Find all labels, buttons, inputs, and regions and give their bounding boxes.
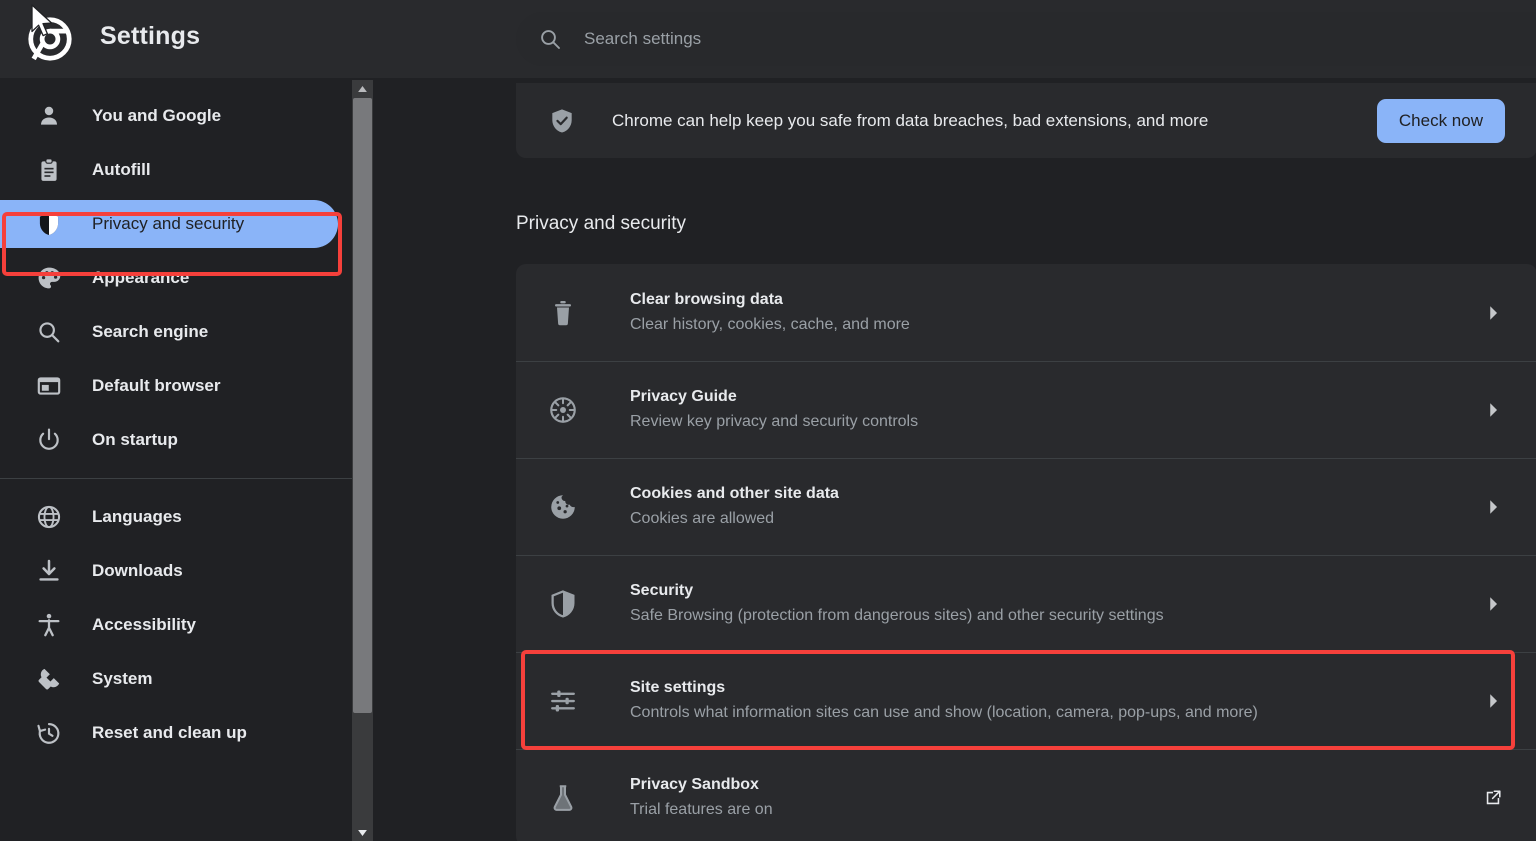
main-content: Chrome can help keep you safe from data … <box>373 78 1536 841</box>
sidebar-item-system[interactable]: System <box>0 655 352 703</box>
row-subtitle: Clear history, cookies, cache, and more <box>630 316 910 333</box>
sidebar-item-label: Default browser <box>92 376 221 395</box>
open-in-new-icon <box>1482 787 1504 809</box>
chevron-right-icon <box>1482 496 1504 518</box>
shield-check-icon <box>548 107 576 135</box>
sidebar-item-you-and-google[interactable]: You and Google <box>0 92 352 140</box>
sidebar-item-on-startup[interactable]: On startup <box>0 416 352 464</box>
check-now-button[interactable]: Check now <box>1376 98 1505 143</box>
sidebar-divider <box>0 478 352 479</box>
row-title: Site settings <box>630 679 726 696</box>
safety-check-card: Chrome can help keep you safe from data … <box>516 83 1536 158</box>
settings-window: Settings You and Google <box>0 0 1536 841</box>
power-icon <box>36 427 62 453</box>
cookie-icon <box>548 492 578 522</box>
palette-icon <box>36 265 62 291</box>
row-subtitle: Safe Browsing (protection from dangerous… <box>630 607 1164 624</box>
sidebar-item-label: Appearance <box>92 268 190 287</box>
setting-row-site-settings[interactable]: Site settings Controls what information … <box>516 652 1536 749</box>
row-title: Privacy Guide <box>630 388 737 405</box>
browser-window-icon <box>36 373 62 399</box>
scroll-down-arrow-icon[interactable] <box>352 824 373 841</box>
tune-sliders-icon <box>548 686 578 716</box>
row-text-group: Security Safe Browsing (protection from … <box>630 582 1482 625</box>
sidebar-navigation: You and Google Autofill Privacy and secu… <box>0 78 352 841</box>
scroll-up-arrow-icon[interactable] <box>352 80 373 97</box>
person-icon <box>36 103 62 129</box>
accessibility-icon <box>36 612 62 638</box>
sidebar-item-label: Reset and clean up <box>92 723 247 742</box>
sidebar-item-label: Accessibility <box>92 615 196 634</box>
sidebar-group-secondary: Languages Downloads Accessibility System… <box>0 493 352 757</box>
setting-row-cookies-and-other-site-data[interactable]: Cookies and other site data Cookies are … <box>516 458 1536 555</box>
safety-check-message: Chrome can help keep you safe from data … <box>612 110 1209 130</box>
chevron-right-icon <box>1482 399 1504 421</box>
search-bar[interactable] <box>516 12 1536 66</box>
sidebar-item-privacy-and-security[interactable]: Privacy and security <box>0 200 338 248</box>
setting-row-security[interactable]: Security Safe Browsing (protection from … <box>516 555 1536 652</box>
globe-icon <box>36 504 62 530</box>
sidebar-item-languages[interactable]: Languages <box>0 493 352 541</box>
row-text-group: Privacy Sandbox Trial features are on <box>630 776 1482 819</box>
row-subtitle: Controls what information sites can use … <box>630 704 1258 721</box>
sidebar-item-appearance[interactable]: Appearance <box>0 254 352 302</box>
row-subtitle: Review key privacy and security controls <box>630 413 919 430</box>
row-title: Privacy Sandbox <box>630 776 759 793</box>
history-icon <box>36 720 62 746</box>
setting-row-privacy-sandbox[interactable]: Privacy Sandbox Trial features are on <box>516 749 1536 841</box>
sidebar-group-primary: You and Google Autofill Privacy and secu… <box>0 78 352 464</box>
chevron-right-icon <box>1482 690 1504 712</box>
sidebar-item-accessibility[interactable]: Accessibility <box>0 601 352 649</box>
shield-icon <box>548 589 578 619</box>
page-title: Settings <box>100 22 201 50</box>
mouse-cursor-icon <box>30 4 56 47</box>
sidebar-item-label: Downloads <box>92 561 183 580</box>
clipboard-icon <box>36 157 62 183</box>
sidebar-item-label: Privacy and security <box>92 214 245 233</box>
row-title: Clear browsing data <box>630 291 783 308</box>
row-text-group: Site settings Controls what information … <box>630 679 1482 722</box>
row-text-group: Privacy Guide Review key privacy and sec… <box>630 388 1482 431</box>
scrollbar-thumb[interactable] <box>353 98 372 713</box>
privacy-guide-icon <box>548 395 578 425</box>
row-text-group: Clear browsing data Clear history, cooki… <box>630 291 1482 334</box>
sidebar-item-autofill[interactable]: Autofill <box>0 146 352 194</box>
shield-icon <box>36 211 62 237</box>
search-input[interactable] <box>562 12 1536 66</box>
sidebar-item-label: System <box>92 669 153 688</box>
row-text-group: Cookies and other site data Cookies are … <box>630 485 1482 528</box>
sidebar-item-search-engine[interactable]: Search engine <box>0 308 352 356</box>
row-subtitle: Cookies are allowed <box>630 510 775 527</box>
section-heading-privacy-and-security: Privacy and security <box>516 213 687 234</box>
wrench-icon <box>36 666 62 692</box>
search-icon <box>538 27 562 51</box>
row-title: Cookies and other site data <box>630 485 839 502</box>
trash-icon <box>548 298 578 328</box>
search-icon <box>36 319 62 345</box>
setting-row-privacy-guide[interactable]: Privacy Guide Review key privacy and sec… <box>516 361 1536 458</box>
privacy-settings-list: Clear browsing data Clear history, cooki… <box>516 264 1536 841</box>
sidebar-item-label: On startup <box>92 430 178 449</box>
sidebar-scrollbar[interactable] <box>352 80 373 841</box>
header-bar: Settings <box>0 0 1536 78</box>
sidebar-item-label: Autofill <box>92 160 151 179</box>
row-subtitle: Trial features are on <box>630 801 773 818</box>
sidebar-item-label: Languages <box>92 507 182 526</box>
chevron-right-icon <box>1482 302 1504 324</box>
sidebar-item-label: You and Google <box>92 106 222 125</box>
sidebar-item-default-browser[interactable]: Default browser <box>0 362 352 410</box>
chevron-right-icon <box>1482 593 1504 615</box>
sidebar-item-downloads[interactable]: Downloads <box>0 547 352 595</box>
sidebar-item-reset-and-clean-up[interactable]: Reset and clean up <box>0 709 352 757</box>
download-icon <box>36 558 62 584</box>
row-title: Security <box>630 582 694 599</box>
flask-icon <box>548 783 578 813</box>
setting-row-clear-browsing-data[interactable]: Clear browsing data Clear history, cooki… <box>516 264 1536 361</box>
sidebar-item-label: Search engine <box>92 322 209 341</box>
